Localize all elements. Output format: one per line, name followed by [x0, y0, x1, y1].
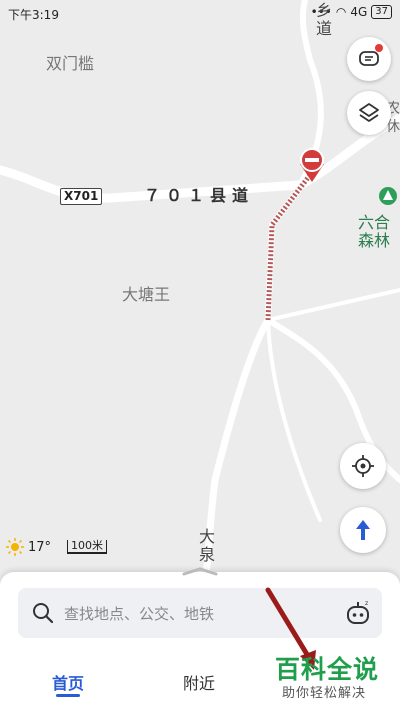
- feedback-button[interactable]: [347, 37, 391, 81]
- map-label-datangwang: 大塘王: [122, 285, 171, 304]
- svg-text:z: z: [365, 600, 368, 607]
- sun-icon: [6, 538, 24, 556]
- park-pin-icon: [379, 187, 397, 205]
- battery-icon: 37: [371, 5, 392, 19]
- tab-nearby[interactable]: 附近: [183, 670, 215, 694]
- voice-assistant-icon[interactable]: z: [344, 599, 372, 627]
- sheet-handle-icon[interactable]: [180, 566, 220, 576]
- search-input[interactable]: 查找地点、公交、地铁: [64, 603, 214, 624]
- navigate-arrow-icon: [356, 520, 370, 540]
- map-label-shuangmenkan: 双门槛: [46, 54, 95, 73]
- road-label-top: 乡道: [313, 2, 332, 38]
- temperature: 17°: [28, 539, 52, 555]
- road-badge: X701: [60, 188, 103, 205]
- layers-button[interactable]: [347, 91, 391, 135]
- layers-icon: [359, 103, 379, 122]
- locate-button[interactable]: [340, 443, 386, 489]
- map-label-park: 六合 森林: [358, 214, 391, 250]
- tab-active-indicator: [56, 694, 80, 697]
- tab-home[interactable]: 首页: [52, 670, 84, 694]
- notification-dot: [375, 44, 383, 52]
- navigate-button[interactable]: [340, 507, 386, 553]
- bottom-sheet: 查找地点、公交、地铁 z 首页 附近 百科全说 助你轻松解决: [0, 567, 400, 711]
- road-label-bottom: 大泉: [196, 528, 215, 564]
- road-label-701: ７０１县道: [144, 186, 255, 205]
- watermark-subtitle: 助你轻松解决: [282, 686, 367, 701]
- status-bar: 下午3:19 ••• ◠ 4G 37: [0, 0, 400, 28]
- locate-icon: [352, 455, 374, 477]
- signal-label: 4G: [350, 5, 368, 19]
- search-icon: [33, 603, 54, 624]
- status-time: 下午3:19: [8, 8, 59, 22]
- map-scale: 100米: [67, 540, 108, 554]
- watermark-title: 百科全说: [275, 655, 380, 684]
- wifi-icon: ◠: [335, 5, 347, 19]
- weather-widget: 17° 100米: [6, 538, 108, 556]
- search-bar[interactable]: 查找地点、公交、地铁 z: [18, 588, 382, 638]
